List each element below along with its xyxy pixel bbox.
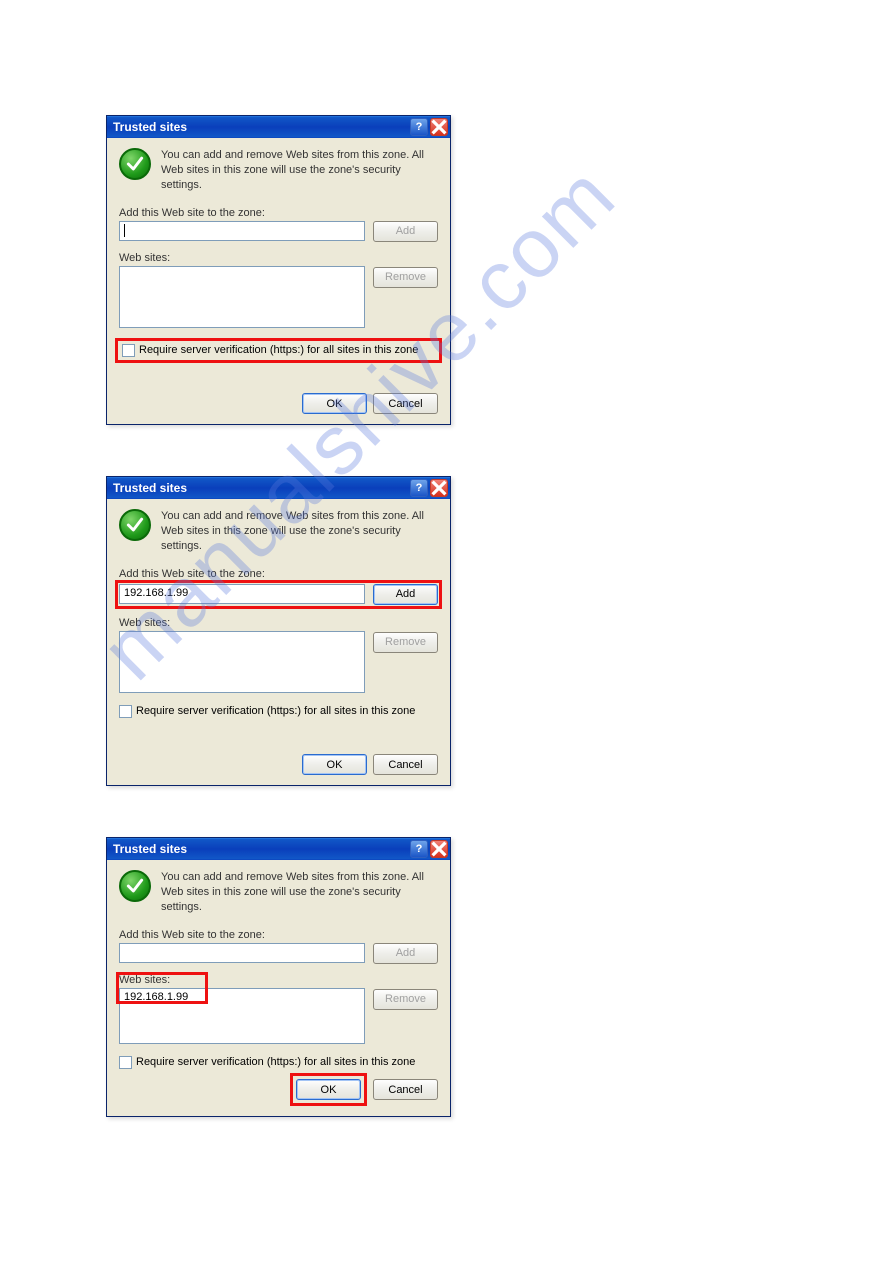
help-button[interactable]: ? (410, 840, 428, 858)
require-verification-checkbox[interactable] (119, 1056, 132, 1069)
close-button[interactable] (430, 118, 448, 136)
web-sites-label: Web sites: (119, 252, 365, 264)
ok-button[interactable]: OK (296, 1079, 361, 1100)
add-button[interactable]: Add (373, 221, 438, 242)
web-sites-label: Web sites: (119, 617, 365, 629)
web-sites-listbox[interactable]: 192.168.1.99 (119, 988, 365, 1044)
add-site-label: Add this Web site to the zone: (119, 568, 438, 580)
cancel-button[interactable]: Cancel (373, 754, 438, 775)
dialog-title: Trusted sites (113, 120, 408, 134)
require-verification-label: Require server verification (https:) for… (136, 1056, 415, 1068)
info-text: You can add and remove Web sites from th… (161, 870, 438, 915)
close-icon (431, 119, 447, 135)
titlebar[interactable]: Trusted sites ? (107, 116, 450, 138)
help-button[interactable]: ? (410, 479, 428, 497)
remove-button[interactable]: Remove (373, 267, 438, 288)
check-icon (119, 509, 151, 541)
add-site-label: Add this Web site to the zone: (119, 929, 438, 941)
add-site-input[interactable] (119, 221, 365, 241)
remove-button[interactable]: Remove (373, 989, 438, 1010)
add-button[interactable]: Add (373, 584, 438, 605)
trusted-sites-dialog-3: Trusted sites ? You can add and remove W… (106, 837, 451, 1117)
help-button[interactable]: ? (410, 118, 428, 136)
info-text: You can add and remove Web sites from th… (161, 509, 438, 554)
web-sites-label: Web sites: (119, 974, 365, 986)
dialog-title: Trusted sites (113, 842, 408, 856)
add-site-input[interactable]: 192.168.1.99 (119, 584, 365, 604)
require-verification-highlight: Require server verification (https:) for… (115, 338, 442, 363)
ok-button-highlight: OK (290, 1073, 367, 1106)
ok-button[interactable]: OK (302, 754, 367, 775)
require-verification-label: Require server verification (https:) for… (136, 705, 415, 717)
cancel-button[interactable]: Cancel (373, 1079, 438, 1100)
close-button[interactable] (430, 840, 448, 858)
titlebar[interactable]: Trusted sites ? (107, 477, 450, 499)
list-item[interactable]: 192.168.1.99 (124, 991, 360, 1003)
trusted-sites-dialog-1: Trusted sites ? You can add and remove W… (106, 115, 451, 425)
add-site-label: Add this Web site to the zone: (119, 207, 438, 219)
require-verification-checkbox[interactable] (119, 705, 132, 718)
info-text: You can add and remove Web sites from th… (161, 148, 438, 193)
cancel-button[interactable]: Cancel (373, 393, 438, 414)
require-verification-checkbox[interactable] (122, 344, 135, 357)
titlebar[interactable]: Trusted sites ? (107, 838, 450, 860)
dialog-title: Trusted sites (113, 481, 408, 495)
check-icon (119, 870, 151, 902)
ok-button[interactable]: OK (302, 393, 367, 414)
web-sites-listbox[interactable] (119, 631, 365, 693)
add-site-input[interactable] (119, 943, 365, 963)
trusted-sites-dialog-2: Trusted sites ? You can add and remove W… (106, 476, 451, 786)
close-button[interactable] (430, 479, 448, 497)
add-button[interactable]: Add (373, 943, 438, 964)
close-icon (431, 841, 447, 857)
close-icon (431, 480, 447, 496)
web-sites-listbox[interactable] (119, 266, 365, 328)
require-verification-label: Require server verification (https:) for… (139, 344, 418, 356)
remove-button[interactable]: Remove (373, 632, 438, 653)
check-icon (119, 148, 151, 180)
